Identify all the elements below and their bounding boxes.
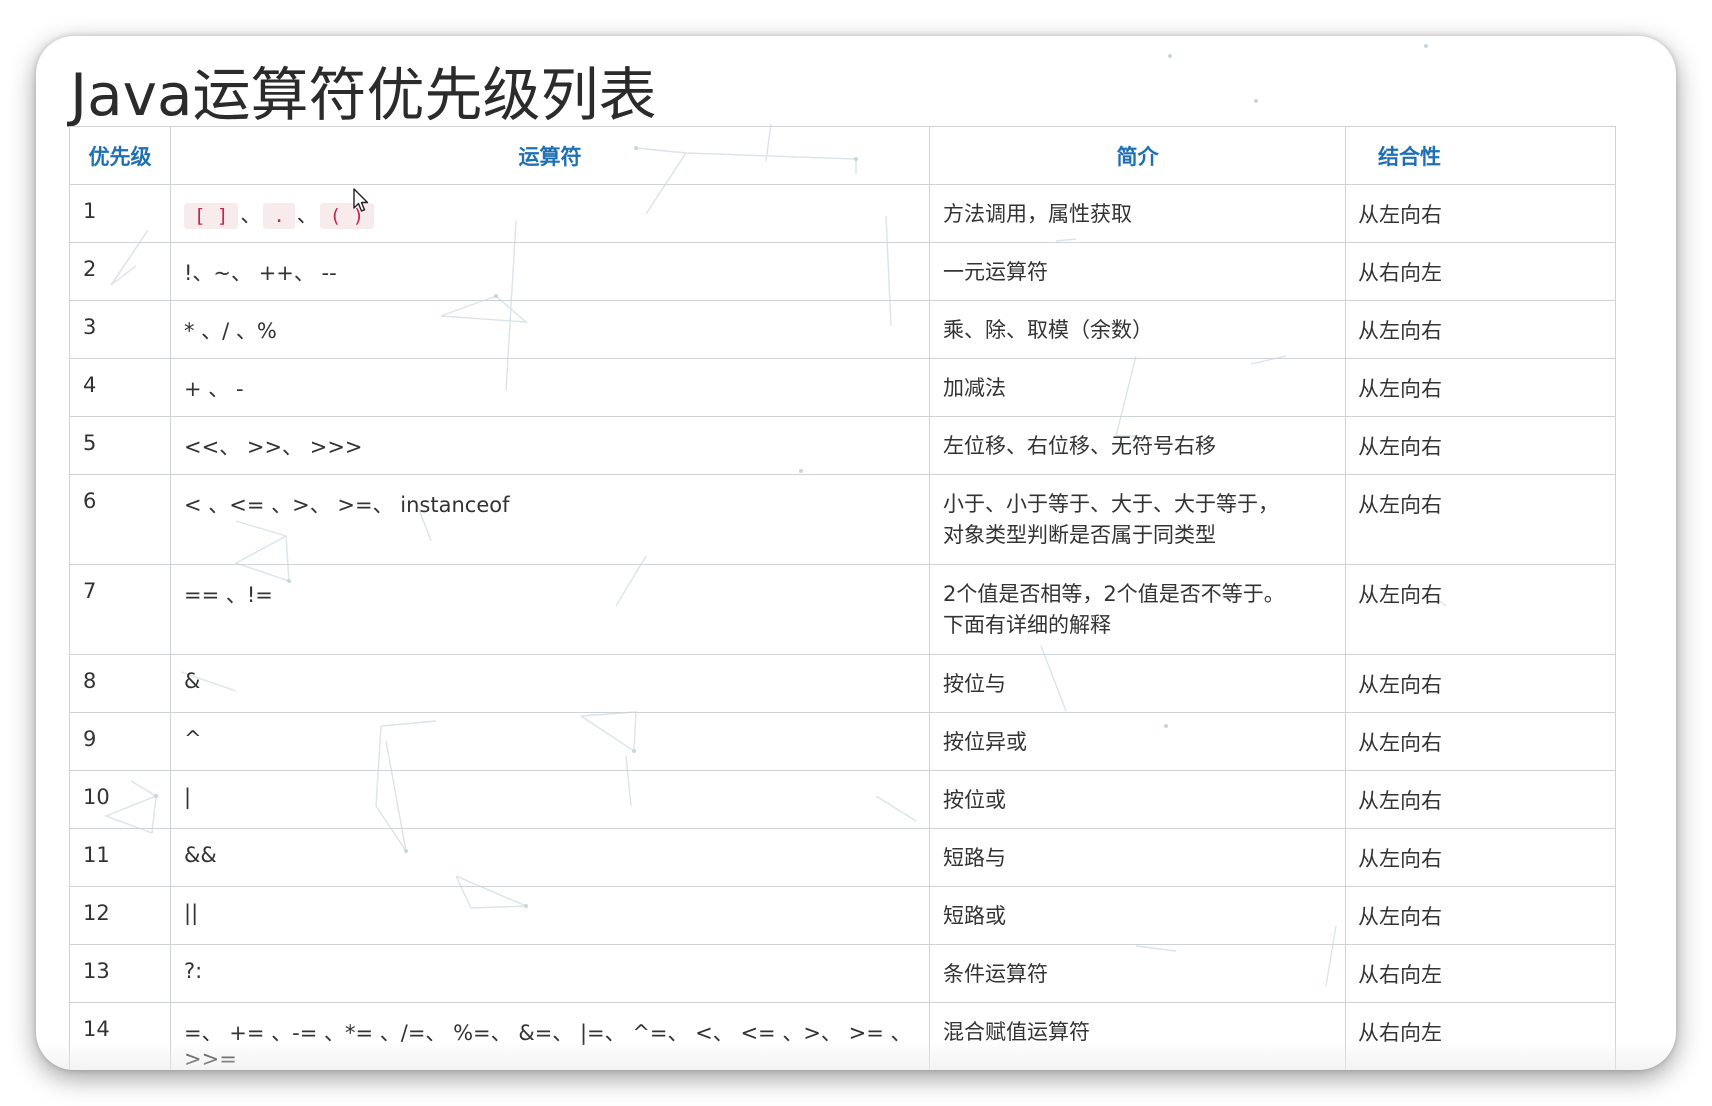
cell-desc: 按位与 [929,654,1346,713]
cell-operator: == 、!= [170,564,930,655]
table-row: 7 == 、!= 2个值是否相等，2个值是否不等于。 下面有详细的解释 从左向右 [69,564,1616,655]
op-separator: 、 [240,203,262,227]
desc-line: 小于、小于等于、大于、大于等于， [943,492,1279,516]
table-row: 8 & 按位与 从左向右 [69,654,1616,713]
cell-assoc: 从左向右 [1345,564,1616,655]
table-row: 5 <<、 >>、 >>> 左位移、右位移、无符号右移 从左向右 [69,416,1616,475]
cell-desc: 条件运算符 [929,944,1346,1003]
desc-line: 加减法 [943,376,1006,400]
table-header-row: 优先级 运算符 简介 结合性 [69,126,1616,185]
cell-level: 3 [69,300,171,359]
table-row: 10 | 按位或 从左向右 [69,770,1616,829]
header-assoc: 结合性 [1345,126,1616,185]
desc-line: 条件运算符 [943,962,1048,986]
cell-level: 12 [69,886,171,945]
desc-line: 短路与 [943,846,1006,870]
cell-desc: 加减法 [929,358,1346,417]
desc-line: 乘、除、取模（余数） [943,318,1153,342]
desc-line: 2个值是否相等，2个值是否不等于。 [943,582,1285,606]
cell-assoc: 从左向右 [1345,654,1616,713]
desc-line: 对象类型判断是否属于同类型 [943,523,1216,547]
cell-level: 6 [69,474,171,565]
cell-assoc: 从左向右 [1345,184,1616,243]
cell-desc: 短路与 [929,828,1346,887]
desc-line: 按位或 [943,788,1006,812]
table-row: 12 || 短路或 从左向右 [69,886,1616,945]
cell-level: 7 [69,564,171,655]
cell-level: 10 [69,770,171,829]
cell-level: 9 [69,712,171,771]
code-op-dot: . [263,203,295,229]
mouse-pointer-icon [353,188,369,212]
cell-operator: !、~、 ++、 -- [170,242,930,301]
cell-level: 13 [69,944,171,1003]
cell-assoc: 从左向右 [1345,886,1616,945]
code-op-brackets: [ ] [184,203,239,229]
table-row: 3 * 、/ 、% 乘、除、取模（余数） 从左向右 [69,300,1616,359]
cell-assoc: 从左向右 [1345,300,1616,359]
table-row: 9 ^ 按位异或 从左向右 [69,712,1616,771]
table-row: 6 < 、<= 、>、 >=、 instanceof 小于、小于等于、大于、大于… [69,474,1616,565]
desc-line: 按位异或 [943,730,1027,754]
cell-level: 2 [69,242,171,301]
bottom-fade [36,1040,1676,1070]
cell-level: 1 [69,184,171,243]
cell-desc: 乘、除、取模（余数） [929,300,1346,359]
desc-line: 短路或 [943,904,1006,928]
cell-operator: && [170,828,930,887]
header-level: 优先级 [69,126,171,185]
cell-assoc: 从左向右 [1345,416,1616,475]
desc-line: 下面有详细的解释 [943,613,1111,637]
header-operator: 运算符 [170,126,930,185]
cell-desc: 按位异或 [929,712,1346,771]
cell-level: 4 [69,358,171,417]
cell-assoc: 从右向左 [1345,242,1616,301]
cell-assoc: 从右向左 [1345,944,1616,1003]
cell-assoc: 从左向右 [1345,770,1616,829]
cell-desc: 一元运算符 [929,242,1346,301]
cell-operator: & [170,654,930,713]
table-row: 13 ?: 条件运算符 从右向左 [69,944,1616,1003]
cell-level: 8 [69,654,171,713]
op-separator: 、 [296,203,318,227]
cell-operator: ^ [170,712,930,771]
header-desc: 简介 [929,126,1346,185]
cell-desc: 短路或 [929,886,1346,945]
cell-operator: <<、 >>、 >>> [170,416,930,475]
cell-operator: ?: [170,944,930,1003]
slide-panel: Java运算符优先级列表 优先级 运算符 简介 结合性 1 [ ]、.、( ) … [36,36,1676,1070]
desc-line: 方法调用，属性获取 [943,202,1132,226]
cell-assoc: 从左向右 [1345,828,1616,887]
cell-operator: || [170,886,930,945]
cell-operator: + 、 - [170,358,930,417]
cell-desc: 方法调用，属性获取 [929,184,1346,243]
table-row: 1 [ ]、.、( ) 方法调用，属性获取 从左向右 [69,184,1616,243]
cell-operator: < 、<= 、>、 >=、 instanceof [170,474,930,565]
cell-operator: [ ]、.、( ) [170,184,930,243]
cell-operator: * 、/ 、% [170,300,930,359]
table-row: 4 + 、 - 加减法 从左向右 [69,358,1616,417]
cell-assoc: 从左向右 [1345,358,1616,417]
cell-level: 11 [69,828,171,887]
operator-precedence-table: 优先级 运算符 简介 结合性 1 [ ]、.、( ) 方法调用，属性获取 从左向… [69,126,1616,1070]
cell-desc: 按位或 [929,770,1346,829]
cell-assoc: 从左向右 [1345,712,1616,771]
desc-line: 左位移、右位移、无符号右移 [943,434,1216,458]
table-row: 2 !、~、 ++、 -- 一元运算符 从右向左 [69,242,1616,301]
table-row: 11 && 短路与 从左向右 [69,828,1616,887]
page-title: Java运算符优先级列表 [70,61,657,129]
cell-desc: 2个值是否相等，2个值是否不等于。 下面有详细的解释 [929,564,1346,655]
cell-desc: 小于、小于等于、大于、大于等于， 对象类型判断是否属于同类型 [929,474,1346,565]
desc-line: 一元运算符 [943,260,1048,284]
desc-line: 按位与 [943,672,1006,696]
cell-level: 5 [69,416,171,475]
cell-operator: | [170,770,930,829]
cell-assoc: 从左向右 [1345,474,1616,565]
cell-desc: 左位移、右位移、无符号右移 [929,416,1346,475]
